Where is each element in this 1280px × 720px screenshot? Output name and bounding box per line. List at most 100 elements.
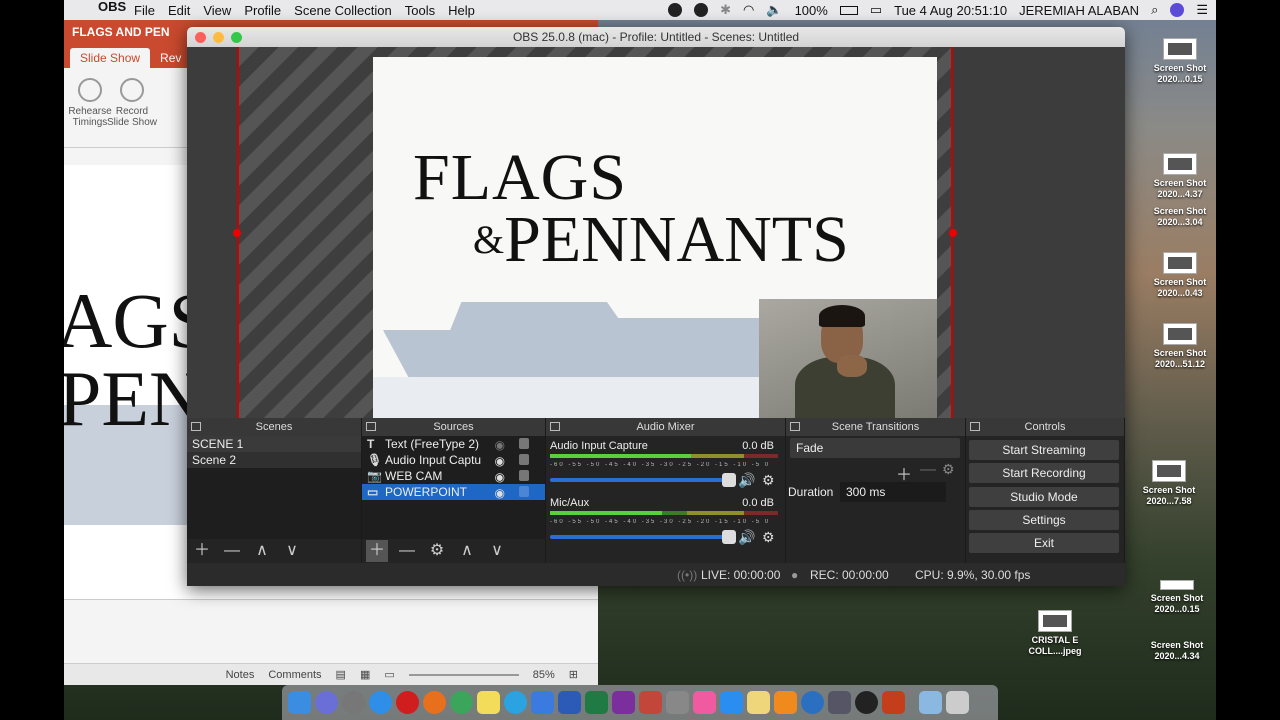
- normal-view-icon[interactable]: ▤: [336, 668, 346, 681]
- excel-icon[interactable]: [585, 691, 608, 714]
- undock-icon[interactable]: [366, 422, 376, 431]
- preview-area[interactable]: FLAGS &PENNANTS: [187, 47, 1125, 418]
- battery-label[interactable]: 100%: [795, 3, 828, 18]
- app-store-icon[interactable]: [720, 691, 743, 714]
- slide-sorter-icon[interactable]: ▦: [360, 668, 370, 681]
- resize-handle-right[interactable]: [949, 229, 957, 237]
- hidden-eye-icon[interactable]: ◉: [495, 437, 505, 452]
- zoom-window-button[interactable]: [231, 32, 242, 43]
- lock-icon[interactable]: [519, 454, 529, 465]
- volume-slider[interactable]: [550, 530, 736, 544]
- system-preferences-icon[interactable]: [666, 691, 689, 714]
- scene-item[interactable]: Scene 2: [187, 452, 361, 468]
- opera-icon[interactable]: [396, 691, 419, 714]
- menu-app-name[interactable]: OBS: [98, 0, 126, 22]
- menu-view[interactable]: View: [203, 3, 231, 18]
- finder-icon[interactable]: [288, 691, 311, 714]
- desktop-icon-screenshot[interactable]: Screen Shot 2020...4.37: [1145, 153, 1215, 200]
- dictionary-icon[interactable]: [639, 691, 662, 714]
- scenes-list[interactable]: SCENE 1 Scene 2: [187, 436, 361, 539]
- minimize-window-button[interactable]: [213, 32, 224, 43]
- volume-icon[interactable]: 🔈: [766, 2, 782, 18]
- desktop-icon-screenshot[interactable]: Screen Shot 2020...51.12: [1145, 323, 1215, 370]
- eye-icon[interactable]: ◉: [495, 485, 505, 500]
- desktop-icon-screenshot[interactable]: Screen Shot 2020...3.04: [1145, 206, 1215, 228]
- onenote-icon[interactable]: [612, 691, 635, 714]
- remove-scene-button[interactable]: —: [221, 540, 243, 562]
- scanner-icon[interactable]: [828, 691, 851, 714]
- notes-icon[interactable]: [477, 691, 500, 714]
- word-icon[interactable]: [558, 691, 581, 714]
- studio-mode-button[interactable]: Studio Mode: [969, 487, 1119, 507]
- close-window-button[interactable]: [195, 32, 206, 43]
- move-source-up-button[interactable]: ∧: [456, 540, 478, 562]
- transition-select[interactable]: Fade: [790, 438, 960, 458]
- lock-icon[interactable]: [519, 470, 529, 481]
- move-source-down-button[interactable]: ∨: [486, 540, 508, 562]
- resize-handle-left[interactable]: [233, 229, 241, 237]
- firefox-icon[interactable]: [423, 691, 446, 714]
- fit-to-window-icon[interactable]: ⊞: [569, 668, 578, 681]
- add-scene-button[interactable]: ＋: [191, 540, 213, 562]
- wifi-icon[interactable]: ◠: [743, 2, 754, 18]
- obs-status-icon[interactable]: [694, 3, 709, 17]
- speaker-icon[interactable]: 🔊: [738, 472, 755, 489]
- volume-slider-knob[interactable]: [722, 473, 736, 487]
- zoom-level[interactable]: 85%: [533, 669, 555, 681]
- siri-icon[interactable]: [315, 691, 338, 714]
- start-streaming-button[interactable]: Start Streaming: [969, 440, 1119, 460]
- source-item[interactable]: 📷 WEB CAM ◉: [362, 468, 545, 484]
- zoom-slider[interactable]: [408, 673, 519, 676]
- tab-review[interactable]: Rev: [150, 48, 191, 68]
- desktop-icon-screenshot[interactable]: Screen Shot 2020...0.15: [1142, 580, 1212, 615]
- powerpoint-icon[interactable]: [882, 691, 905, 714]
- move-scene-down-button[interactable]: ∨: [281, 540, 303, 562]
- messages-icon[interactable]: [504, 691, 527, 714]
- undock-icon[interactable]: [970, 422, 980, 431]
- remove-transition-button[interactable]: —: [920, 461, 936, 479]
- downloads-folder-icon[interactable]: [919, 691, 942, 714]
- comments-button[interactable]: Comments: [268, 669, 321, 681]
- speaker-icon[interactable]: 🔊: [738, 529, 755, 546]
- trash-icon[interactable]: [946, 691, 969, 714]
- chrome-icon[interactable]: [450, 691, 473, 714]
- desktop-icon-jpeg[interactable]: CRISTAL E COLL....jpeg: [1020, 610, 1090, 657]
- clock[interactable]: Tue 4 Aug 20:51:10: [894, 3, 1007, 18]
- lock-icon[interactable]: [519, 438, 529, 449]
- remove-source-button[interactable]: —: [396, 540, 418, 562]
- vlc-icon[interactable]: [774, 691, 797, 714]
- source-properties-gear-icon[interactable]: ⚙: [426, 540, 448, 562]
- record-status-icon[interactable]: [668, 3, 683, 17]
- gear-icon[interactable]: ⚙: [762, 472, 775, 489]
- powerpoint-source-preview[interactable]: FLAGS &PENNANTS: [373, 57, 937, 418]
- launchpad-icon[interactable]: [342, 691, 365, 714]
- safari-icon[interactable]: [369, 691, 392, 714]
- spotlight-icon[interactable]: ⌕: [1151, 2, 1158, 18]
- keynote-icon[interactable]: [531, 691, 554, 714]
- settings-button[interactable]: Settings: [969, 510, 1119, 530]
- desktop-icon-screenshot[interactable]: Screen Shot 2020...0.43: [1145, 252, 1215, 299]
- scene-item[interactable]: SCENE 1: [187, 436, 361, 452]
- sources-list[interactable]: T Text (FreeType 2) ◉ 🎙 Audio Input Captu ◉ …: [362, 436, 545, 539]
- webcam-source-preview[interactable]: [759, 299, 937, 418]
- undock-icon[interactable]: [191, 422, 201, 431]
- reading-view-icon[interactable]: ▭: [384, 668, 394, 681]
- music-icon[interactable]: [693, 691, 716, 714]
- undock-icon[interactable]: [790, 422, 800, 431]
- move-scene-up-button[interactable]: ∧: [251, 540, 273, 562]
- edge-icon[interactable]: [801, 691, 824, 714]
- menu-profile[interactable]: Profile: [244, 3, 281, 18]
- desktop-icon-screenshot[interactable]: Screen Shot 2020...0.15: [1145, 38, 1215, 85]
- obs-icon[interactable]: [855, 691, 878, 714]
- tab-slide-show[interactable]: Slide Show: [70, 48, 151, 68]
- volume-slider[interactable]: [550, 473, 736, 487]
- exit-button[interactable]: Exit: [969, 533, 1119, 553]
- notification-center-icon[interactable]: ☰: [1196, 2, 1208, 18]
- menu-tools[interactable]: Tools: [405, 3, 435, 18]
- flag-icon[interactable]: ▭: [870, 2, 882, 18]
- duration-spinbox[interactable]: 300 ms: [840, 482, 946, 502]
- source-item[interactable]: T Text (FreeType 2) ◉: [362, 436, 545, 452]
- add-source-button[interactable]: ＋: [366, 540, 388, 562]
- obs-window[interactable]: OBS 25.0.8 (mac) - Profile: Untitled - S…: [187, 27, 1125, 586]
- desktop-icon-screenshot[interactable]: Screen Shot 2020...7.58: [1134, 460, 1204, 507]
